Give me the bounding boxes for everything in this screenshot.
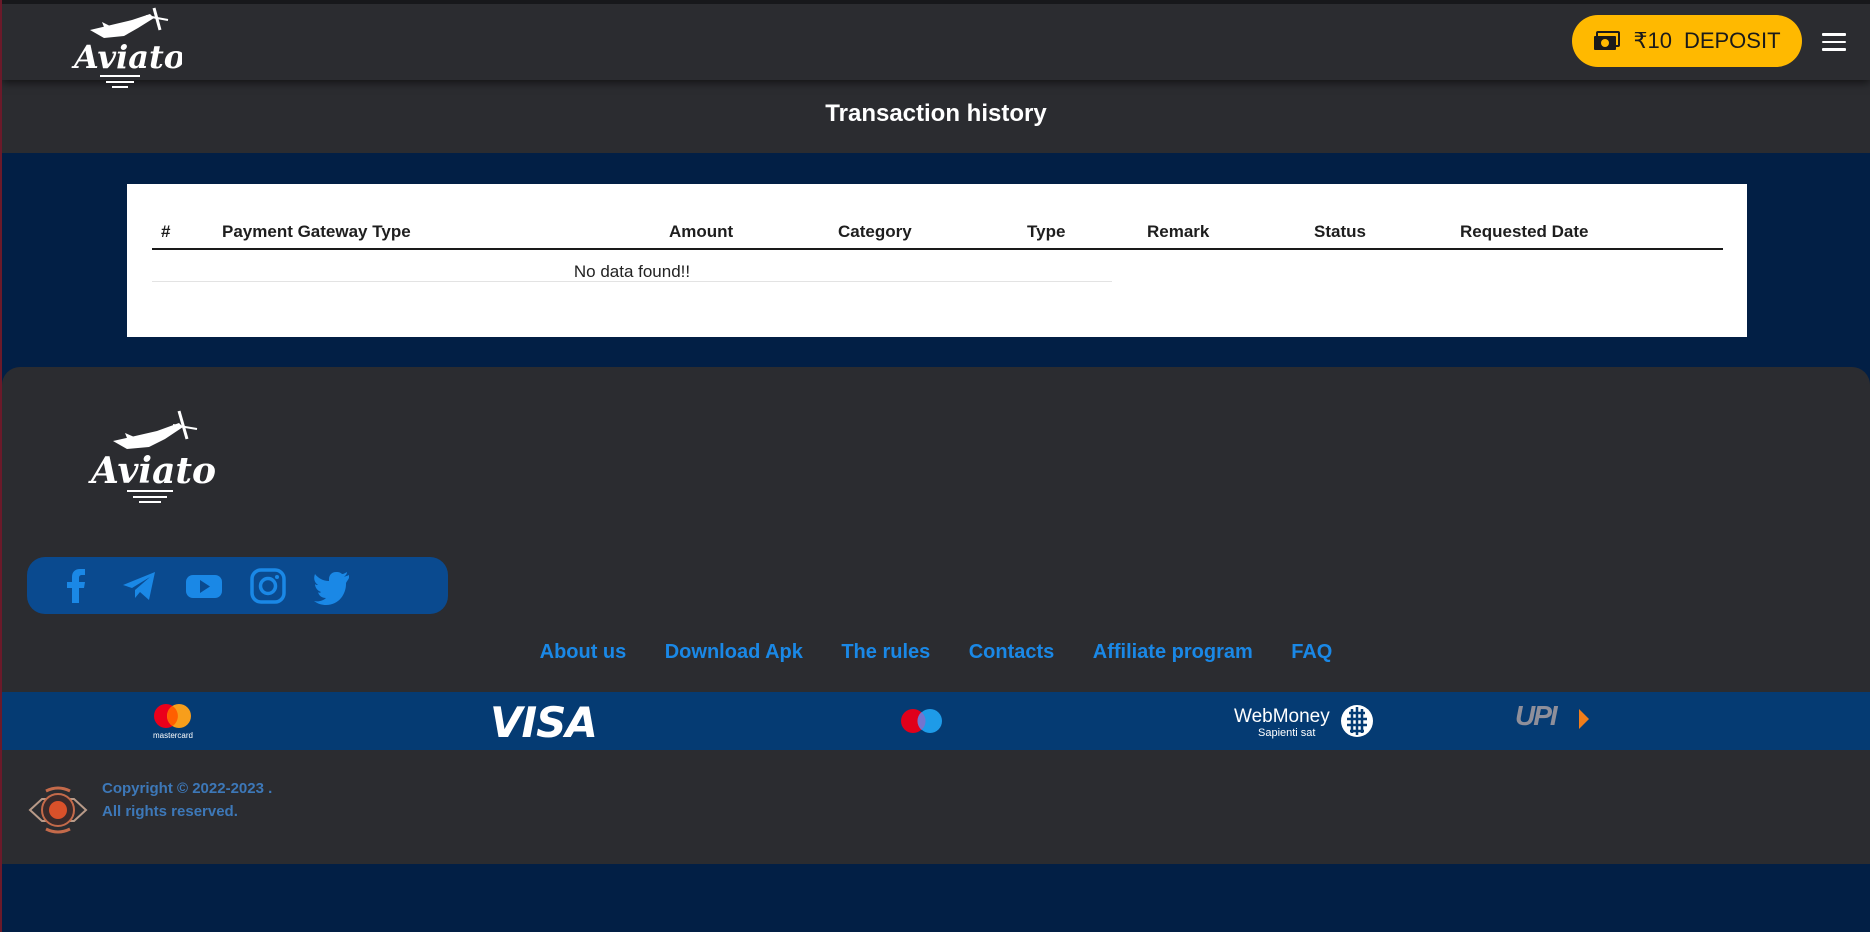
column-header-payment-gateway-type: Payment Gateway Type	[222, 222, 411, 241]
webmoney-tagline: Sapienti sat	[1258, 727, 1316, 739]
column-header-requested-date: Requested Date	[1460, 222, 1589, 241]
transaction-table-card: # Payment Gateway Type Amount Category T…	[127, 184, 1747, 337]
mastercard-wordmark: mastercard	[153, 731, 193, 740]
maestro-logo	[901, 709, 942, 733]
window-edge	[0, 0, 2, 932]
copyright-line-2: All rights reserved.	[102, 803, 238, 820]
certification-seal	[28, 786, 88, 834]
link-affiliate-program[interactable]: Affiliate program	[1093, 641, 1253, 664]
page-title: Transaction history	[825, 100, 1047, 127]
hamburger-icon[interactable]	[1822, 33, 1846, 51]
table-empty-row: No data found!!	[152, 250, 1112, 282]
link-about-us[interactable]: About us	[540, 641, 627, 664]
footer-links: About us Download Apk The rules Contacts…	[2, 641, 1870, 664]
telegram-icon[interactable]	[121, 567, 159, 605]
link-contacts[interactable]: Contacts	[969, 641, 1055, 664]
title-band: Transaction history	[2, 80, 1870, 153]
deposit-amount: ₹10	[1633, 28, 1672, 53]
column-header-type: Type	[1027, 222, 1066, 241]
social-links-bar	[27, 557, 448, 614]
table-header: # Payment Gateway Type Amount Category T…	[152, 214, 1723, 250]
visa-logo: VISA	[490, 698, 598, 747]
column-header-amount: Amount	[669, 222, 734, 241]
aviator-logo[interactable]: Aviator	[70, 6, 182, 90]
deposit-label: DEPOSIT	[1683, 28, 1781, 53]
webmoney-logo: WebMoney	[1234, 706, 1330, 727]
logo-lettering: Aviator	[71, 38, 182, 76]
copyright-text: Copyright © 2022-2023 . All rights reser…	[102, 777, 272, 823]
twitter-icon[interactable]	[313, 567, 351, 605]
cash-icon	[1594, 31, 1621, 50]
webmoney-globe-icon	[1341, 705, 1373, 737]
instagram-icon[interactable]	[249, 567, 287, 605]
aviator-logo-footer[interactable]: Aviator	[87, 405, 217, 505]
link-the-rules[interactable]: The rules	[841, 641, 930, 664]
facebook-icon[interactable]	[57, 567, 95, 605]
upi-arrow-icon	[1579, 709, 1589, 729]
footer-logo-lettering: Aviator	[88, 450, 217, 492]
empty-message: No data found!!	[573, 262, 691, 281]
copyright-line-1: Copyright © 2022-2023 .	[102, 780, 273, 797]
youtube-icon[interactable]	[185, 567, 223, 605]
site-footer: Aviator About us Download Apk The rules …	[2, 367, 1870, 864]
upi-logo: UPI	[1515, 700, 1558, 731]
column-header-category: Category	[838, 222, 912, 241]
payment-methods-band: mastercard VISA WebMoney Sapienti sat UP…	[2, 692, 1870, 750]
column-header-index: #	[161, 222, 171, 241]
mastercard-logo: mastercard	[153, 704, 193, 740]
top-header: Aviator ₹10 DEPOSIT	[2, 0, 1870, 88]
link-faq[interactable]: FAQ	[1291, 641, 1332, 664]
deposit-button[interactable]: ₹10 DEPOSIT	[1572, 15, 1802, 67]
column-header-status: Status	[1314, 222, 1366, 241]
column-header-remark: Remark	[1147, 222, 1210, 241]
link-download-apk[interactable]: Download Apk	[665, 641, 803, 664]
